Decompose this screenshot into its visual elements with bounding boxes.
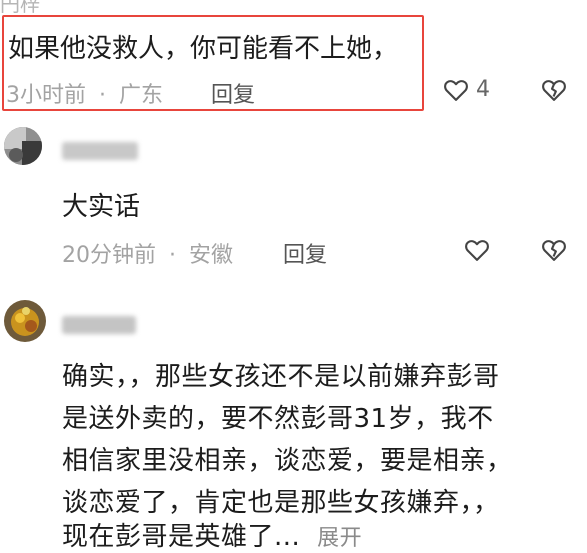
avatar[interactable]: [4, 127, 42, 165]
reply-button[interactable]: 回复: [283, 237, 327, 269]
meta-separator: ·: [169, 243, 176, 268]
comment-meta: 20分钟前 · 安徽: [62, 237, 233, 269]
comment-location: 广东: [119, 83, 164, 108]
meta-separator: ·: [99, 83, 106, 108]
expand-button[interactable]: 展开: [317, 526, 362, 551]
comment-text: 大实话: [62, 192, 141, 222]
comment-meta: 3小时前 · 广东: [6, 77, 163, 109]
comment-text: 如果他没救人，你可能看不上她，: [8, 34, 399, 64]
dislike-heart-icon[interactable]: [540, 76, 568, 104]
comment-time: 20分钟前: [62, 243, 156, 268]
comment-location: 安徽: [189, 243, 234, 268]
like-count: 4: [476, 77, 490, 102]
comment-text-line: 谈恋爱了，肯定也是那些女孩嫌弃，，: [62, 488, 500, 518]
comment-time: 3小时前: [6, 83, 86, 108]
comment-text-line: 相信家里没相亲，谈恋爱，要是相亲，: [62, 446, 513, 476]
redacted-username[interactable]: [62, 142, 138, 160]
comment-text-truncated: 现在彭哥是英雄了...: [62, 522, 301, 552]
comment-text-line: 确实，，那些女孩还不是以前嫌弃彭哥: [62, 362, 500, 392]
avatar[interactable]: [4, 300, 46, 342]
heart-outline-icon[interactable]: [463, 236, 491, 264]
redacted-username[interactable]: [62, 316, 136, 334]
reply-button[interactable]: 回复: [211, 77, 255, 109]
comment-text-line: 现在彭哥是英雄了... 展开: [62, 516, 362, 553]
dislike-heart-icon[interactable]: [540, 236, 568, 264]
comment-text-line: 是送外卖的，要不然彭哥31岁，我不: [62, 404, 494, 434]
heart-outline-icon[interactable]: [442, 76, 470, 104]
